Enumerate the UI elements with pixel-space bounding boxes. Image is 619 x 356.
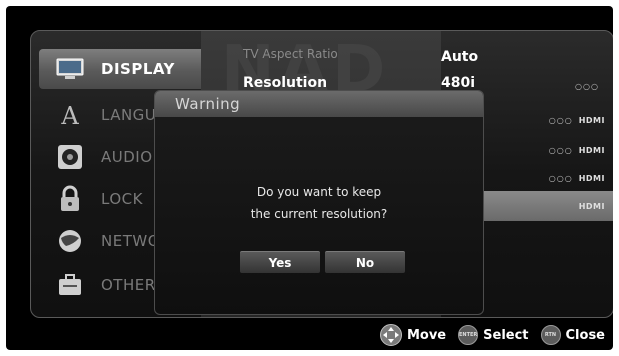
audio-icon — [55, 144, 85, 170]
hdmi-icon: HDMI — [578, 115, 605, 125]
select-hint: ENTER Select — [458, 325, 529, 345]
menu-item-label: AUDIO — [101, 148, 153, 166]
resolution-option[interactable]: Resolution — [243, 75, 327, 91]
select-label: Select — [483, 327, 529, 343]
current-resolution-value: Auto — [441, 49, 479, 65]
tv-aspect-ratio-option[interactable]: TV Aspect Ratio — [243, 47, 338, 61]
move-label: Move — [406, 327, 447, 343]
button-guide: Move ENTER Select RTN Close — [6, 324, 613, 346]
dialog-message-line2: the current resolution? — [250, 207, 388, 221]
hdmi-icon: HDMI — [578, 173, 605, 183]
dialog-title: Warning — [155, 91, 483, 117]
menu-item-display[interactable]: DISPLAY — [39, 49, 209, 89]
warning-dialog: Warning Do you want to keep the current … — [154, 90, 484, 315]
dialog-message-line1: Do you want to keep — [256, 185, 382, 199]
dpad-icon — [379, 324, 402, 346]
move-hint: Move — [379, 324, 447, 346]
display-icon — [55, 56, 85, 82]
no-button[interactable]: No — [325, 251, 405, 273]
language-icon: A — [55, 102, 85, 128]
output-indicator-icon: ○○○ — [548, 145, 573, 155]
return-key-icon: RTN — [540, 325, 561, 345]
dialog-message: Do you want to keep the current resoluti… — [155, 181, 483, 225]
hdmi-icon: HDMI — [578, 201, 605, 211]
lock-icon — [55, 185, 85, 212]
network-icon — [55, 228, 85, 254]
menu-item-label: LOCK — [101, 190, 143, 208]
setup-menu: DISPLAY A LANGUAGE AUDIO LOCK NETWORK OT… — [30, 30, 613, 318]
output-indicator-icon: ○○○ — [548, 173, 573, 183]
others-icon — [55, 272, 85, 298]
menu-item-label: DISPLAY — [101, 60, 175, 78]
output-indicator-icon: ○○○ — [548, 115, 573, 125]
yes-button[interactable]: Yes — [240, 251, 320, 273]
tv-screen: DISPLAY A LANGUAGE AUDIO LOCK NETWORK OT… — [6, 6, 613, 350]
close-label: Close — [565, 327, 605, 343]
svg-text:A: A — [60, 102, 79, 128]
output-indicator-icon: ○○○ — [575, 81, 599, 91]
enter-key-icon: ENTER — [458, 325, 479, 345]
hdmi-icon: HDMI — [578, 145, 605, 155]
close-hint: RTN Close — [540, 325, 605, 345]
